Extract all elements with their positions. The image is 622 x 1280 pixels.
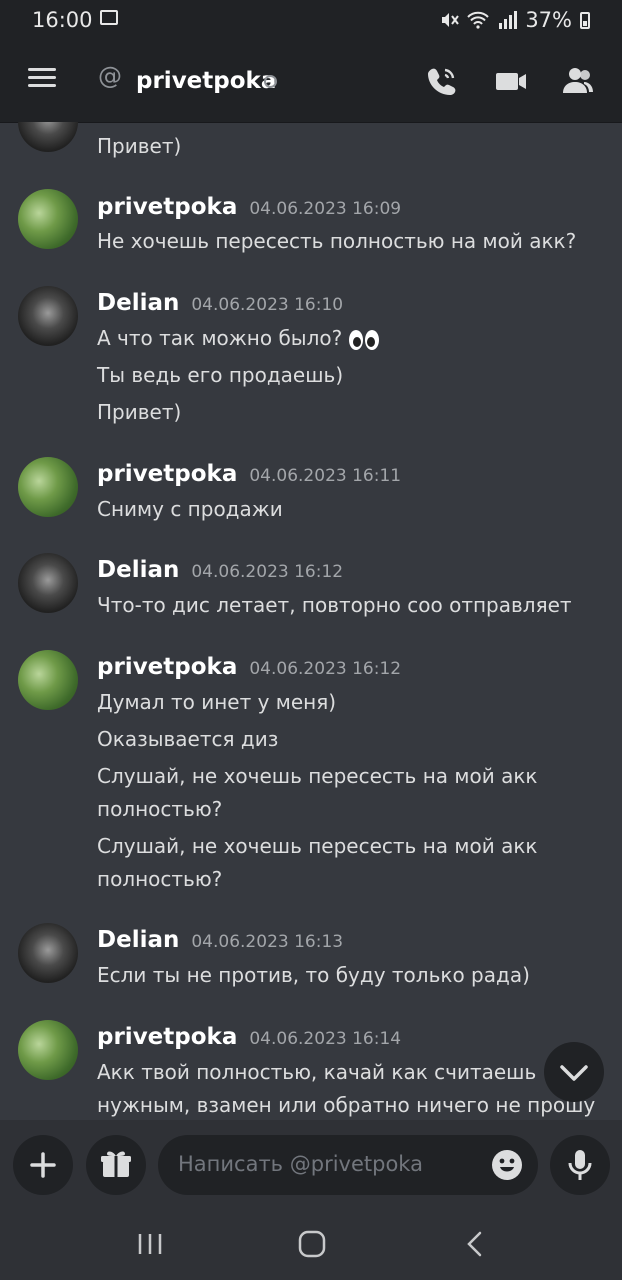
message-line: Думал то инет у меня) xyxy=(97,690,337,714)
message-line: Что-то дис летает, повторно соо отправля… xyxy=(97,593,572,617)
message-author[interactable]: privetpoka xyxy=(97,1024,237,1050)
avatar[interactable] xyxy=(18,189,78,249)
gift-icon xyxy=(101,1151,131,1177)
offline-status-icon xyxy=(264,75,277,88)
mute-icon xyxy=(442,13,460,27)
message-line: Акк твой полностью, качай как считаешь xyxy=(97,1060,537,1084)
avatar[interactable] xyxy=(18,122,78,152)
message-timestamp: 04.06.2023 16:11 xyxy=(249,466,402,486)
status-time: 16:00 xyxy=(32,8,93,32)
add-attachment-button[interactable] xyxy=(13,1135,73,1195)
message-timestamp: 04.06.2023 16:14 xyxy=(249,1029,402,1049)
voice-message-button[interactable] xyxy=(550,1135,610,1195)
back-icon[interactable] xyxy=(460,1228,490,1260)
avatar[interactable] xyxy=(18,1020,78,1080)
message-line: полностью? xyxy=(97,797,223,821)
gift-button[interactable] xyxy=(86,1135,146,1195)
jump-to-bottom-button[interactable] xyxy=(544,1042,604,1102)
message-header: privetpoka 04.06.2023 16:09 xyxy=(97,194,401,220)
avatar[interactable] xyxy=(18,650,78,710)
message-header: privetpoka 04.06.2023 16:11 xyxy=(97,461,401,487)
message-timestamp: 04.06.2023 16:13 xyxy=(191,932,344,952)
message-timestamp: 04.06.2023 16:10 xyxy=(191,295,344,315)
message-line: Слушай, не хочешь пересесть на мой акк xyxy=(97,834,538,858)
message-author[interactable]: privetpoka xyxy=(97,461,237,487)
message-author[interactable]: privetpoka xyxy=(97,654,237,680)
chevron-down-icon xyxy=(560,1065,588,1081)
status-bar: 16:00 37% xyxy=(0,0,622,40)
channel-name[interactable]: privetpoka xyxy=(136,68,276,94)
message-line: Оказывается диз xyxy=(97,727,279,751)
message-input-placeholder: Написать @privetpoka xyxy=(178,1152,423,1176)
message-header: Delian 04.06.2023 16:12 xyxy=(97,557,343,583)
message-line: Слушай, не хочешь пересесть на мой акк xyxy=(97,764,538,788)
message-text: А что так можно было? xyxy=(97,326,343,350)
message-line: Ты ведь его продаешь) xyxy=(97,363,344,387)
message-header: Delian 04.06.2023 16:10 xyxy=(97,290,343,316)
eyes-emoji-icon xyxy=(349,329,380,350)
avatar[interactable] xyxy=(18,457,78,517)
plus-icon xyxy=(30,1152,56,1178)
message-line: Привет) xyxy=(97,400,182,424)
message-timestamp: 04.06.2023 16:12 xyxy=(191,562,344,582)
emoji-icon[interactable] xyxy=(491,1149,523,1181)
recent-apps-icon[interactable] xyxy=(135,1230,165,1258)
microphone-icon xyxy=(568,1150,592,1180)
avatar[interactable] xyxy=(18,286,78,346)
message-author[interactable]: Delian xyxy=(97,290,179,316)
message-header: privetpoka 04.06.2023 16:14 xyxy=(97,1024,401,1050)
message-line: Не хочешь пересесть полностью на мой акк… xyxy=(97,229,577,253)
signal-icon xyxy=(499,11,518,29)
message-composer: Написать @privetpoka xyxy=(0,1120,622,1208)
battery-icon xyxy=(580,11,590,29)
message-line: А что так можно было? xyxy=(97,322,597,355)
message-line: нужным, взамен или обратно ничего не про… xyxy=(97,1093,596,1117)
message-line: полностью? xyxy=(97,867,223,891)
channel-header: @ privetpoka xyxy=(0,40,622,123)
message-timestamp: 04.06.2023 16:09 xyxy=(249,199,402,219)
message-author[interactable]: Delian xyxy=(97,557,179,583)
system-navigation-bar xyxy=(0,1208,622,1280)
members-icon[interactable] xyxy=(560,64,594,98)
message-line: Сниму с продажи xyxy=(97,497,283,521)
message-line: Если ты не против, то буду только рада) xyxy=(97,963,530,987)
battery-percent: 37% xyxy=(525,8,572,32)
at-sign-icon: @ xyxy=(98,62,122,90)
wifi-icon xyxy=(467,11,490,29)
video-call-icon[interactable] xyxy=(494,64,528,98)
avatar[interactable] xyxy=(18,553,78,613)
message-timestamp: 04.06.2023 16:12 xyxy=(249,659,402,679)
status-right: 37% xyxy=(439,8,590,32)
message-list[interactable]: Привет) privetpoka 04.06.2023 16:09 Не х… xyxy=(0,122,622,1120)
message-author[interactable]: privetpoka xyxy=(97,194,237,220)
menu-icon[interactable] xyxy=(28,68,56,88)
message-input[interactable]: Написать @privetpoka xyxy=(158,1135,538,1195)
message-line: Привет) xyxy=(97,134,182,158)
message-header: Delian 04.06.2023 16:13 xyxy=(97,927,343,953)
avatar[interactable] xyxy=(18,923,78,983)
home-icon[interactable] xyxy=(296,1228,328,1260)
gallery-notification-icon xyxy=(100,10,118,25)
voice-call-icon[interactable] xyxy=(425,64,459,98)
message-author[interactable]: Delian xyxy=(97,927,179,953)
message-header: privetpoka 04.06.2023 16:12 xyxy=(97,654,401,680)
